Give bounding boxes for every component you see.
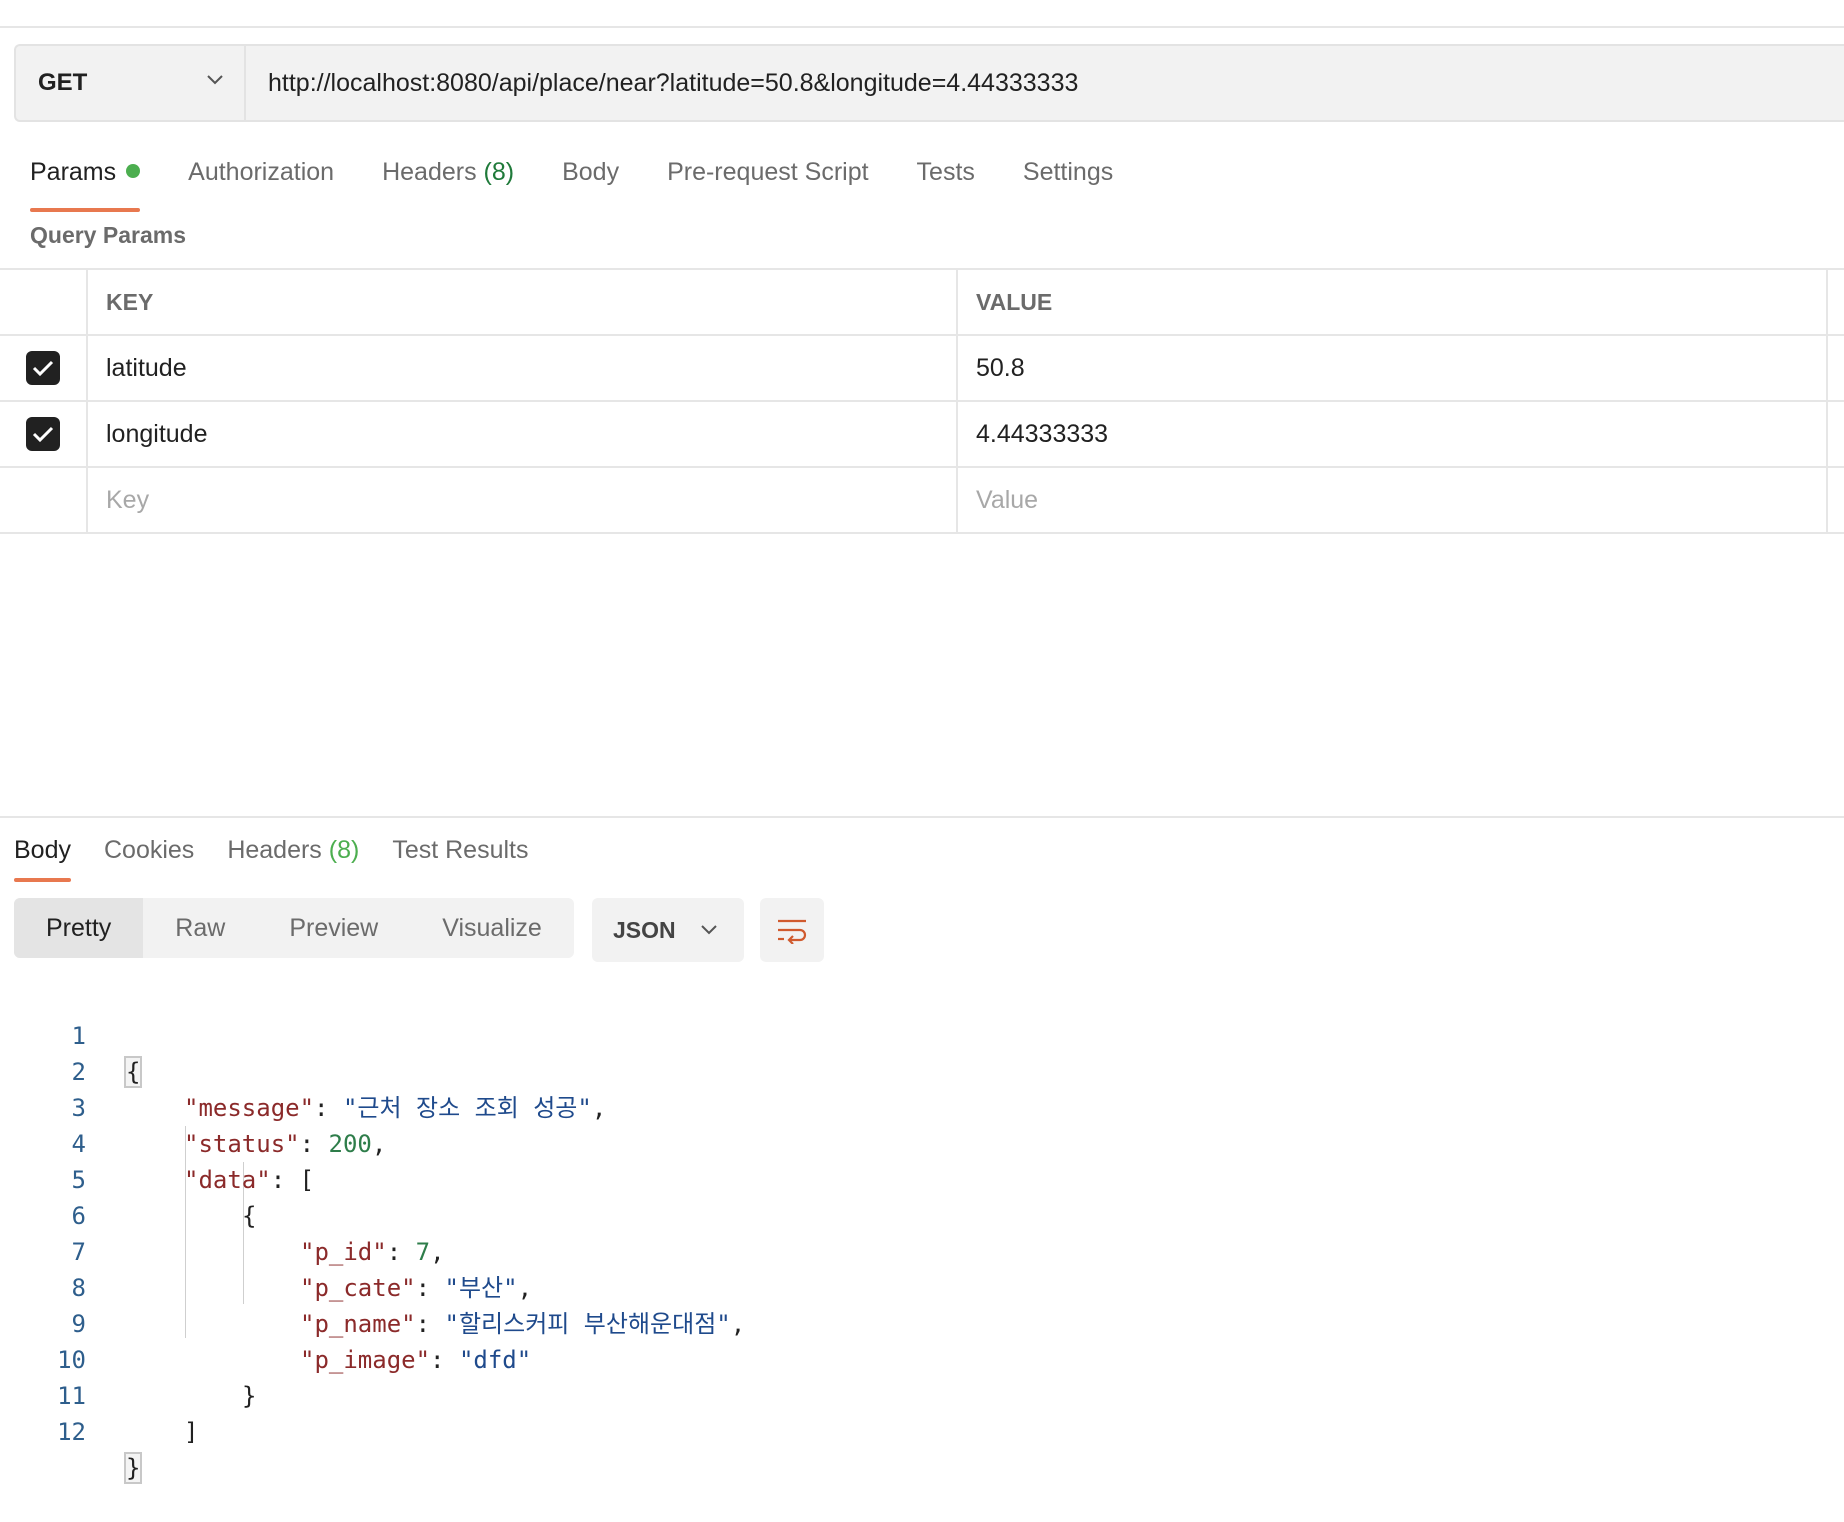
tab-params-label: Params <box>30 158 117 186</box>
close-brace: } <box>123 1452 143 1484</box>
tab-authorization[interactable]: Authorization <box>188 150 334 204</box>
table-row: latitude 50.8 <box>0 336 1844 402</box>
tab-settings[interactable]: Settings <box>1023 150 1113 204</box>
close-bracket: ] <box>184 1418 199 1446</box>
code-line: 3 "status": 200, <box>0 1054 1844 1158</box>
code-line: 7 "p_cate": "부산", <box>0 1198 1844 1302</box>
view-mode-segment: Pretty Raw Preview Visualize <box>14 898 574 958</box>
check-icon <box>32 426 54 443</box>
param-checkbox-latitude[interactable] <box>26 351 60 385</box>
tab-tests[interactable]: Tests <box>917 150 975 204</box>
view-preview-button[interactable]: Preview <box>257 898 410 958</box>
response-tab-headers-label: Headers <box>227 836 322 864</box>
response-tab-cookies-label: Cookies <box>103 836 195 864</box>
headers-count: (8) <box>483 158 515 186</box>
view-visualize-button[interactable]: Visualize <box>410 898 574 958</box>
code-line: 11 ] <box>0 1342 1844 1446</box>
check-icon <box>32 360 54 377</box>
line-number: 12 <box>57 1418 86 1446</box>
table-row: longitude 4.44333333 <box>0 402 1844 468</box>
response-tab-body-label: Body <box>14 836 71 864</box>
url-input[interactable] <box>246 46 1844 120</box>
query-params-table: KEY VALUE latitude 50.8 longitude 4.4433… <box>0 268 1844 534</box>
param-value-cell[interactable]: 50.8 <box>958 336 1828 400</box>
top-divider <box>0 26 1844 28</box>
method-select[interactable]: GET <box>16 46 246 120</box>
value-column-header: VALUE <box>958 270 1828 334</box>
format-label: JSON <box>613 916 676 943</box>
tab-authorization-label: Authorization <box>188 158 335 186</box>
response-headers-count: (8) <box>328 836 360 864</box>
param-value-cell[interactable]: 4.44333333 <box>958 402 1828 466</box>
response-body-viewer[interactable]: 1 { 2 "message": "근처 장소 조회 성공", 3 "statu… <box>0 982 1844 1484</box>
code-line: 6 "p_id": 7, <box>0 1162 1844 1266</box>
response-tab-test-results[interactable]: Test Results <box>392 828 528 872</box>
new-key-input[interactable]: Key <box>88 468 958 532</box>
param-key-cell[interactable]: latitude <box>88 336 958 400</box>
params-active-dot <box>126 164 141 179</box>
response-tab-cookies[interactable]: Cookies <box>104 828 194 872</box>
new-param-row: Key Value <box>0 468 1844 534</box>
response-tab-body[interactable]: Body <box>14 828 71 882</box>
code-line: 9 "p_image": "dfd" <box>0 1270 1844 1374</box>
param-key-cell[interactable]: longitude <box>88 402 958 466</box>
tab-params[interactable]: Params <box>30 150 141 212</box>
code-line: 10 } <box>0 1306 1844 1410</box>
chevron-down-icon <box>207 75 223 85</box>
code-line: 1 { <box>0 982 1844 1088</box>
tab-pre-request-label: Pre-request Script <box>667 158 869 186</box>
code-line: 12 } <box>0 1378 1844 1484</box>
format-select[interactable]: JSON <box>592 898 744 962</box>
tab-body[interactable]: Body <box>562 150 619 204</box>
tab-headers[interactable]: Headers (8) <box>382 150 514 204</box>
view-raw-button[interactable]: Raw <box>143 898 257 958</box>
method-label: GET <box>38 69 88 96</box>
table-header-row: KEY VALUE <box>0 270 1844 336</box>
response-tab-test-results-label: Test Results <box>392 836 529 864</box>
wrap-lines-button[interactable] <box>760 898 824 962</box>
view-pretty-button[interactable]: Pretty <box>14 898 144 958</box>
code-line: 5 { <box>0 1126 1844 1230</box>
header-check-cell <box>0 270 88 334</box>
code-line: 8 "p_name": "할리스커피 부산해운대점", <box>0 1234 1844 1338</box>
request-tabs: Params Authorization Headers (8) Body Pr… <box>30 150 1161 212</box>
response-divider[interactable] <box>0 816 1844 818</box>
wrap-lines-icon <box>778 919 807 944</box>
tab-pre-request-script[interactable]: Pre-request Script <box>667 150 868 204</box>
code-line: 2 "message": "근처 장소 조회 성공", <box>0 1018 1844 1122</box>
response-tabs: Body Cookies Headers (8) Test Results <box>14 828 562 882</box>
tab-headers-label: Headers <box>382 158 477 186</box>
tab-body-label: Body <box>562 158 620 186</box>
code-line: 4 "data": [ <box>0 1090 1844 1194</box>
param-checkbox-longitude[interactable] <box>26 417 60 451</box>
response-tab-headers[interactable]: Headers (8) <box>227 828 359 872</box>
query-params-title: Query Params <box>30 222 186 248</box>
tab-settings-label: Settings <box>1022 158 1114 186</box>
key-column-header: KEY <box>88 270 958 334</box>
tab-tests-label: Tests <box>916 158 975 186</box>
new-value-input[interactable]: Value <box>958 468 1828 532</box>
request-url-bar: GET <box>14 44 1844 122</box>
chevron-down-icon <box>701 925 717 935</box>
